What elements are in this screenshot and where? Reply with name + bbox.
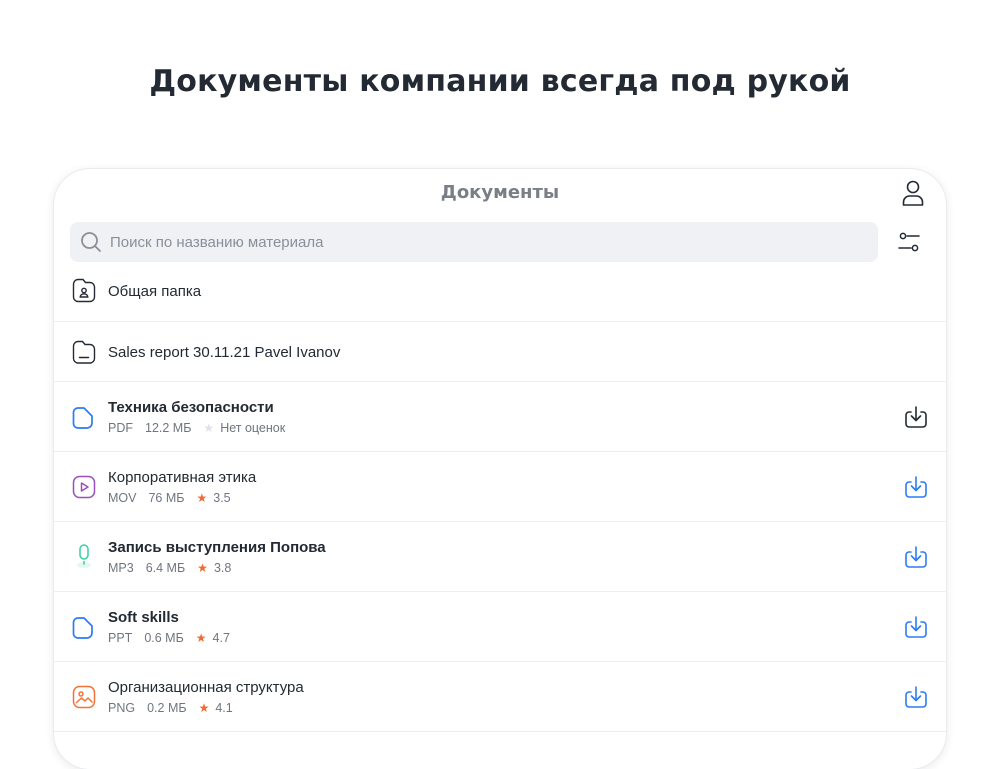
file-meta: PDF 12.2 МБ ★ Нет оценок xyxy=(108,421,285,435)
user-icon xyxy=(902,180,924,206)
file-size: 6.4 МБ xyxy=(145,561,186,575)
file-name: Техника безопасности xyxy=(108,399,274,416)
folder-row[interactable]: Общая папка xyxy=(54,268,946,322)
file-meta: MP3 6.4 МБ ★ 3.8 xyxy=(108,561,231,575)
file-rating: Нет оценок xyxy=(220,421,286,435)
folder-name: Общая папка xyxy=(108,283,202,300)
star-icon: ★ xyxy=(203,421,215,435)
star-icon: ★ xyxy=(196,491,208,505)
file-name: Организационная структура xyxy=(108,679,304,696)
file-rating: 4.1 xyxy=(215,701,233,715)
download-icon[interactable] xyxy=(904,685,928,709)
file-row[interactable]: Корпоративная этика MOV 76 МБ ★ 3.5 xyxy=(54,452,946,522)
file-name: Запись выступления Попова xyxy=(108,539,326,556)
file-row[interactable]: Soft skills PPT 0.6 МБ ★ 4.7 xyxy=(54,592,946,662)
file-format: PPT xyxy=(108,631,133,645)
file-row[interactable]: Организационная структура PNG 0.2 МБ ★ 4… xyxy=(54,662,946,732)
microphone-icon xyxy=(77,544,91,568)
page-headline: Документы компании всегда под рукой xyxy=(149,64,851,99)
file-size: 0.2 МБ xyxy=(147,701,187,715)
shared-folder-icon xyxy=(72,278,96,303)
video-icon xyxy=(72,475,96,499)
download-icon[interactable] xyxy=(904,615,928,639)
file-name: Soft skills xyxy=(108,609,179,626)
download-icon[interactable] xyxy=(904,545,928,569)
file-format: MOV xyxy=(108,491,137,505)
star-icon: ★ xyxy=(195,631,207,645)
file-name: Корпоративная этика xyxy=(108,469,257,486)
file-row[interactable]: Запись выступления Попова MP3 6.4 МБ ★ 3… xyxy=(54,522,946,592)
star-icon: ★ xyxy=(198,701,210,715)
profile-button[interactable] xyxy=(900,179,926,207)
app-title: Документы xyxy=(440,182,560,203)
document-icon xyxy=(72,617,93,639)
download-icon[interactable] xyxy=(904,475,928,499)
sliders-icon xyxy=(898,232,920,252)
file-size: 76 МБ xyxy=(148,491,185,505)
file-size: 0.6 МБ xyxy=(144,631,184,645)
download-icon[interactable] xyxy=(904,405,928,429)
file-rating: 4.7 xyxy=(212,631,230,645)
folder-row[interactable]: Sales report 30.11.21 Pavel Ivanov xyxy=(54,322,946,382)
file-row[interactable]: Техника безопасности PDF 12.2 МБ ★ Нет о… xyxy=(54,382,946,452)
file-format: PNG xyxy=(108,701,136,715)
document-icon xyxy=(72,407,93,429)
search-input[interactable] xyxy=(110,233,810,251)
file-format: PDF xyxy=(108,421,133,435)
file-meta: PPT 0.6 МБ ★ 4.7 xyxy=(108,631,230,645)
file-rating: 3.8 xyxy=(213,561,232,575)
folder-icon xyxy=(72,340,96,364)
search-bar[interactable] xyxy=(70,222,878,262)
file-size: 12.2 МБ xyxy=(145,421,192,435)
search-icon xyxy=(81,232,101,252)
star-icon: ★ xyxy=(197,561,208,575)
file-format: MP3 xyxy=(108,561,134,575)
filter-button[interactable] xyxy=(896,229,922,255)
image-icon xyxy=(72,685,96,709)
file-rating: 3.5 xyxy=(213,491,231,505)
app-window: Документы Общая папка Sales report 30.1 xyxy=(54,169,946,769)
folder-name: Sales report 30.11.21 Pavel Ivanov xyxy=(108,344,341,361)
file-meta: PNG 0.2 МБ ★ 4.1 xyxy=(108,701,233,715)
file-meta: MOV 76 МБ ★ 3.5 xyxy=(108,491,231,505)
